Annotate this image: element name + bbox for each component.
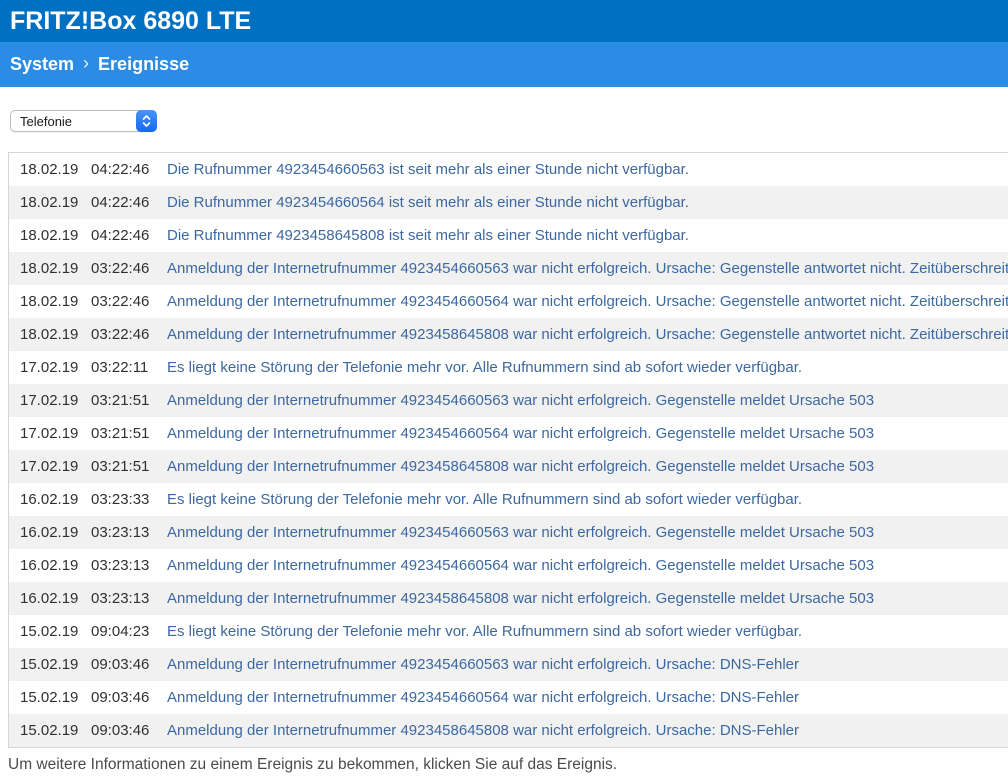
- event-row[interactable]: 16.02.19 03:23:13 Anmeldung der Internetru…: [9, 549, 1008, 582]
- breadcrumb-item-ereignisse: Ereignisse: [98, 54, 190, 74]
- event-date: 15.02.19: [20, 656, 79, 673]
- app-header: FRITZ!Box 6890 LTE: [0, 0, 1008, 42]
- event-date: 16.02.19: [20, 524, 79, 541]
- event-time: 09:03:46: [91, 656, 150, 673]
- event-date: 15.02.19: [20, 722, 79, 739]
- event-row[interactable]: 18.02.19 03:22:46 Anmeldung der Internetru…: [9, 318, 1008, 351]
- event-date: 18.02.19: [20, 194, 79, 211]
- event-row[interactable]: 15.02.19 09:03:46 Anmeldung der Internetru…: [9, 714, 1008, 747]
- event-date: 15.02.19: [20, 623, 79, 640]
- event-row[interactable]: 18.02.19 03:22:46 Anmeldung der Internetru…: [9, 285, 1008, 318]
- event-message-link[interactable]: Anmeldung der Internetrufnummer 49234546…: [167, 689, 799, 706]
- event-time: 04:22:46: [91, 194, 150, 211]
- breadcrumb: System › Ereignisse: [0, 42, 1008, 87]
- event-time: 03:21:51: [91, 458, 150, 475]
- event-time: 09:04:23: [91, 623, 150, 640]
- page: FRITZ!Box 6890 LTE System › Ereignisse T…: [0, 0, 1008, 778]
- event-message-link[interactable]: Es liegt keine Störung der Telefonie meh…: [167, 623, 802, 640]
- event-message-link[interactable]: Anmeldung der Internetrufnummer 49234546…: [167, 557, 874, 574]
- event-row[interactable]: 17.02.19 03:21:51 Anmeldung der Internetru…: [9, 417, 1008, 450]
- event-row[interactable]: 16.02.19 03:23:33 Es liegt keine Störung d…: [9, 483, 1008, 516]
- event-message-link[interactable]: Anmeldung der Internetrufnummer 49234546…: [167, 656, 799, 673]
- event-date: 15.02.19: [20, 689, 79, 706]
- event-row[interactable]: 17.02.19 03:22:11 Es liegt keine Störung d…: [9, 351, 1008, 384]
- select-stepper-icon: [136, 110, 157, 132]
- event-date: 18.02.19: [20, 161, 79, 178]
- event-time: 04:22:46: [91, 227, 150, 244]
- event-time: 03:21:51: [91, 425, 150, 442]
- event-message-link[interactable]: Anmeldung der Internetrufnummer 49234586…: [167, 722, 799, 739]
- event-message-link[interactable]: Die Rufnummer 4923454660563 ist seit meh…: [167, 161, 689, 178]
- event-time: 04:22:46: [91, 161, 150, 178]
- event-time: 03:22:46: [91, 260, 150, 277]
- event-row[interactable]: 18.02.19 04:22:46 Die Rufnummer 4923454660…: [9, 186, 1008, 219]
- event-date: 17.02.19: [20, 458, 79, 475]
- event-row[interactable]: 18.02.19 03:22:46 Anmeldung der Internetru…: [9, 252, 1008, 285]
- event-row[interactable]: 15.02.19 09:04:23 Es liegt keine Störung d…: [9, 615, 1008, 648]
- event-date: 17.02.19: [20, 425, 79, 442]
- footer-hint: Um weitere Informationen zu einem Ereign…: [8, 756, 618, 773]
- event-row[interactable]: 18.02.19 04:22:46 Die Rufnummer 4923458645…: [9, 219, 1008, 252]
- event-message-link[interactable]: Die Rufnummer 4923458645808 ist seit meh…: [167, 227, 689, 244]
- event-time: 03:21:51: [91, 392, 150, 409]
- event-row[interactable]: 16.02.19 03:23:13 Anmeldung der Internetru…: [9, 582, 1008, 615]
- app-title: FRITZ!Box 6890 LTE: [10, 6, 252, 35]
- event-message-link[interactable]: Es liegt keine Störung der Telefonie meh…: [167, 359, 802, 376]
- event-time: 09:03:46: [91, 689, 150, 706]
- event-message-link[interactable]: Die Rufnummer 4923454660564 ist seit meh…: [167, 194, 689, 211]
- event-time: 03:23:13: [91, 557, 150, 574]
- breadcrumb-item-system[interactable]: System: [10, 54, 74, 75]
- event-time: 03:22:46: [91, 293, 150, 310]
- event-row[interactable]: 15.02.19 09:03:46 Anmeldung der Internetru…: [9, 681, 1008, 714]
- event-row[interactable]: 17.02.19 03:21:51 Anmeldung der Internetru…: [9, 450, 1008, 483]
- event-row[interactable]: 17.02.19 03:21:51 Anmeldung der Internetru…: [9, 384, 1008, 417]
- event-date: 17.02.19: [20, 392, 79, 409]
- event-message-link[interactable]: Anmeldung der Internetrufnummer 49234586…: [167, 590, 874, 607]
- event-date: 16.02.19: [20, 491, 79, 508]
- event-message-link[interactable]: Anmeldung der Internetrufnummer 49234586…: [167, 326, 1008, 343]
- event-row[interactable]: 15.02.19 09:03:46 Anmeldung der Internetru…: [9, 648, 1008, 681]
- event-time: 03:23:13: [91, 524, 150, 541]
- event-message-link[interactable]: Anmeldung der Internetrufnummer 49234546…: [167, 293, 1008, 310]
- event-filter-select[interactable]: Telefonie: [10, 110, 157, 132]
- event-message-link[interactable]: Anmeldung der Internetrufnummer 49234546…: [167, 260, 1008, 277]
- event-row[interactable]: 16.02.19 03:23:13 Anmeldung der Internetru…: [9, 516, 1008, 549]
- event-date: 18.02.19: [20, 293, 79, 310]
- event-date: 18.02.19: [20, 260, 79, 277]
- event-time: 03:23:33: [91, 491, 150, 508]
- chevron-right-icon: ›: [83, 53, 90, 73]
- event-time: 03:23:13: [91, 590, 150, 607]
- event-table: 18.02.19 04:22:46 Die Rufnummer 4923454660…: [8, 152, 1008, 748]
- event-time: 03:22:46: [91, 326, 150, 343]
- event-filter-value: Telefonie: [20, 113, 73, 129]
- event-message-link[interactable]: Anmeldung der Internetrufnummer 49234586…: [167, 458, 874, 475]
- event-date: 16.02.19: [20, 557, 79, 574]
- event-message-link[interactable]: Anmeldung der Internetrufnummer 49234546…: [167, 524, 874, 541]
- event-message-link[interactable]: Anmeldung der Internetrufnummer 49234546…: [167, 425, 874, 442]
- event-row[interactable]: 18.02.19 04:22:46 Die Rufnummer 4923454660…: [9, 153, 1008, 186]
- event-time: 09:03:46: [91, 722, 150, 739]
- event-message-link[interactable]: Anmeldung der Internetrufnummer 49234546…: [167, 392, 874, 409]
- event-date: 18.02.19: [20, 326, 79, 343]
- event-date: 16.02.19: [20, 590, 79, 607]
- event-time: 03:22:11: [91, 359, 149, 376]
- event-date: 18.02.19: [20, 227, 79, 244]
- event-date: 17.02.19: [20, 359, 79, 376]
- event-message-link[interactable]: Es liegt keine Störung der Telefonie meh…: [167, 491, 802, 508]
